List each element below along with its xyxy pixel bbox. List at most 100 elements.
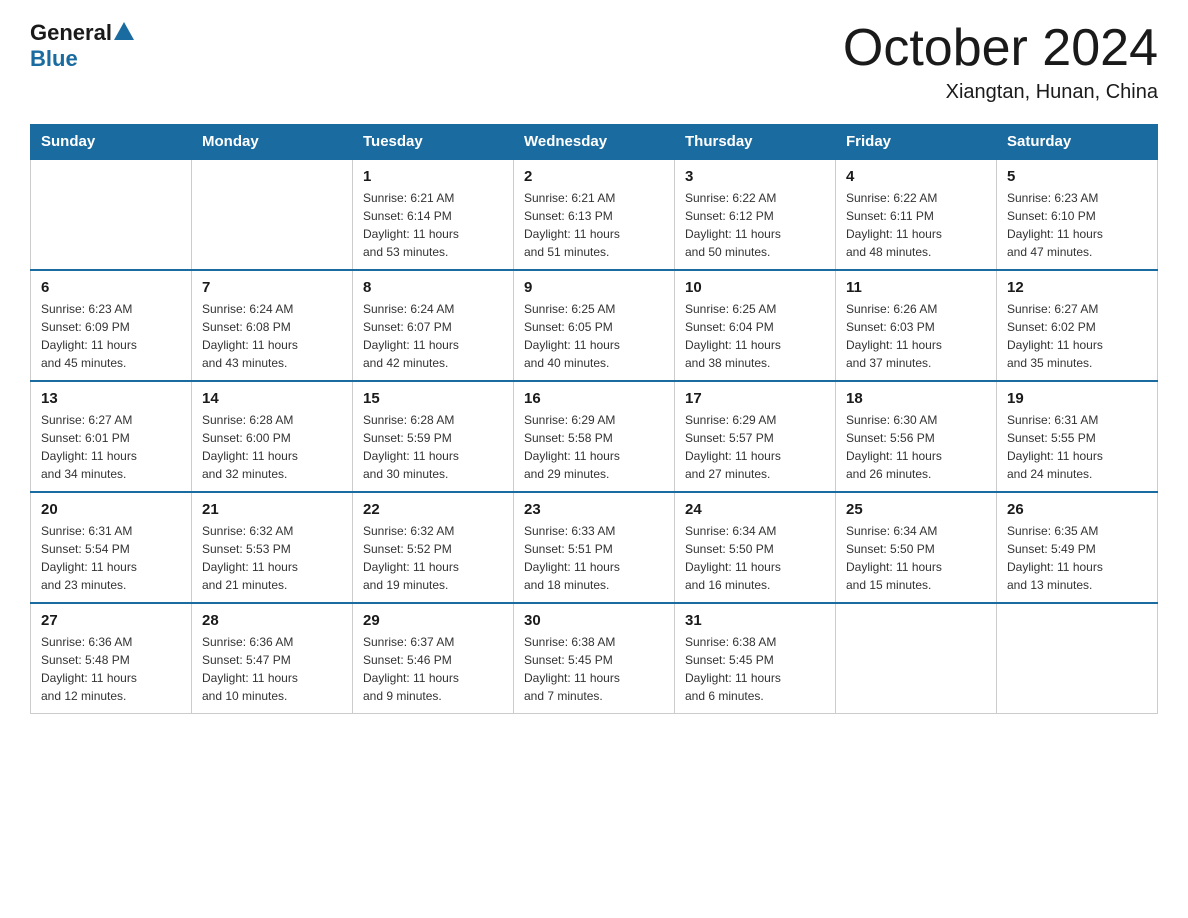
day-number: 28 (202, 612, 342, 629)
calendar-cell: 2 Sunrise: 6:21 AM Sunset: 6:13 PM Daylig… (514, 159, 675, 270)
title-area: October 2024 Xiangtan, Hunan, China (843, 20, 1158, 104)
day-info: Sunrise: 6:23 AM Sunset: 6:09 PM Dayligh… (41, 300, 181, 372)
day-header-saturday: Saturday (997, 125, 1158, 160)
day-info: Sunrise: 6:35 AM Sunset: 5:49 PM Dayligh… (1007, 522, 1147, 594)
logo: General Blue (30, 20, 134, 72)
day-info: Sunrise: 6:25 AM Sunset: 6:05 PM Dayligh… (524, 300, 664, 372)
day-number: 1 (363, 168, 503, 185)
calendar-cell: 7Sunrise: 6:24 AM Sunset: 6:08 PM Daylig… (192, 270, 353, 381)
day-info: Sunrise: 6:24 AM Sunset: 6:08 PM Dayligh… (202, 300, 342, 372)
day-number: 4 (846, 168, 986, 185)
day-number: 12 (1007, 279, 1147, 296)
day-info: Sunrise: 6:36 AM Sunset: 5:47 PM Dayligh… (202, 633, 342, 705)
day-number: 19 (1007, 390, 1147, 407)
day-number: 22 (363, 501, 503, 518)
calendar-cell: 18 Sunrise: 6:30 AM Sunset: 5:56 PM Dayli… (836, 381, 997, 492)
day-number: 30 (524, 612, 664, 629)
calendar-week-row: 20Sunrise: 6:31 AM Sunset: 5:54 PM Dayli… (31, 492, 1158, 603)
day-number: 18 (846, 390, 986, 407)
calendar-cell (836, 603, 997, 714)
calendar-cell: 20Sunrise: 6:31 AM Sunset: 5:54 PM Dayli… (31, 492, 192, 603)
day-number: 9 (524, 279, 664, 296)
day-info: Sunrise: 6:30 AM Sunset: 5:56 PM Dayligh… (846, 411, 986, 483)
calendar-week-row: 6 Sunrise: 6:23 AM Sunset: 6:09 PM Daylig… (31, 270, 1158, 381)
calendar-week-row: 13 Sunrise: 6:27 AM Sunset: 6:01 PM Dayli… (31, 381, 1158, 492)
calendar-cell: 17 Sunrise: 6:29 AM Sunset: 5:57 PM Dayli… (675, 381, 836, 492)
day-info: Sunrise: 6:24 AM Sunset: 6:07 PM Dayligh… (363, 300, 503, 372)
day-info: Sunrise: 6:27 AM Sunset: 6:01 PM Dayligh… (41, 411, 181, 483)
calendar-cell: 12 Sunrise: 6:27 AM Sunset: 6:02 PM Dayli… (997, 270, 1158, 381)
calendar-cell: 28 Sunrise: 6:36 AM Sunset: 5:47 PM Dayli… (192, 603, 353, 714)
day-number: 23 (524, 501, 664, 518)
calendar-header-row: SundayMondayTuesdayWednesdayThursdayFrid… (31, 125, 1158, 160)
calendar-cell: 25 Sunrise: 6:34 AM Sunset: 5:50 PM Dayli… (836, 492, 997, 603)
calendar-cell: 6 Sunrise: 6:23 AM Sunset: 6:09 PM Daylig… (31, 270, 192, 381)
day-header-sunday: Sunday (31, 125, 192, 160)
day-info: Sunrise: 6:38 AM Sunset: 5:45 PM Dayligh… (685, 633, 825, 705)
day-info: Sunrise: 6:29 AM Sunset: 5:57 PM Dayligh… (685, 411, 825, 483)
day-number: 6 (41, 279, 181, 296)
day-number: 29 (363, 612, 503, 629)
calendar-cell: 23 Sunrise: 6:33 AM Sunset: 5:51 PM Dayli… (514, 492, 675, 603)
day-info: Sunrise: 6:36 AM Sunset: 5:48 PM Dayligh… (41, 633, 181, 705)
day-info: Sunrise: 6:28 AM Sunset: 6:00 PM Dayligh… (202, 411, 342, 483)
logo-general-text: General (30, 20, 112, 46)
day-header-monday: Monday (192, 125, 353, 160)
day-info: Sunrise: 6:32 AM Sunset: 5:52 PM Dayligh… (363, 522, 503, 594)
day-info: Sunrise: 6:21 AM Sunset: 6:13 PM Dayligh… (524, 189, 664, 261)
day-number: 25 (846, 501, 986, 518)
calendar-cell: 19Sunrise: 6:31 AM Sunset: 5:55 PM Dayli… (997, 381, 1158, 492)
logo-triangle-icon (114, 22, 134, 40)
day-info: Sunrise: 6:34 AM Sunset: 5:50 PM Dayligh… (685, 522, 825, 594)
day-info: Sunrise: 6:25 AM Sunset: 6:04 PM Dayligh… (685, 300, 825, 372)
day-info: Sunrise: 6:23 AM Sunset: 6:10 PM Dayligh… (1007, 189, 1147, 261)
day-number: 27 (41, 612, 181, 629)
logo-blue-text: Blue (30, 46, 78, 72)
day-number: 24 (685, 501, 825, 518)
day-header-friday: Friday (836, 125, 997, 160)
day-header-thursday: Thursday (675, 125, 836, 160)
day-number: 11 (846, 279, 986, 296)
calendar-cell (192, 159, 353, 270)
calendar-cell: 5Sunrise: 6:23 AM Sunset: 6:10 PM Daylig… (997, 159, 1158, 270)
day-number: 16 (524, 390, 664, 407)
calendar-cell: 10 Sunrise: 6:25 AM Sunset: 6:04 PM Dayli… (675, 270, 836, 381)
day-number: 14 (202, 390, 342, 407)
day-number: 21 (202, 501, 342, 518)
calendar-cell (997, 603, 1158, 714)
day-number: 10 (685, 279, 825, 296)
location-title: Xiangtan, Hunan, China (843, 81, 1158, 104)
day-info: Sunrise: 6:34 AM Sunset: 5:50 PM Dayligh… (846, 522, 986, 594)
day-info: Sunrise: 6:37 AM Sunset: 5:46 PM Dayligh… (363, 633, 503, 705)
day-info: Sunrise: 6:33 AM Sunset: 5:51 PM Dayligh… (524, 522, 664, 594)
day-number: 3 (685, 168, 825, 185)
day-info: Sunrise: 6:31 AM Sunset: 5:54 PM Dayligh… (41, 522, 181, 594)
calendar-cell: 21Sunrise: 6:32 AM Sunset: 5:53 PM Dayli… (192, 492, 353, 603)
calendar-cell: 16 Sunrise: 6:29 AM Sunset: 5:58 PM Dayli… (514, 381, 675, 492)
day-info: Sunrise: 6:28 AM Sunset: 5:59 PM Dayligh… (363, 411, 503, 483)
day-number: 31 (685, 612, 825, 629)
day-header-wednesday: Wednesday (514, 125, 675, 160)
day-number: 15 (363, 390, 503, 407)
day-number: 17 (685, 390, 825, 407)
day-info: Sunrise: 6:38 AM Sunset: 5:45 PM Dayligh… (524, 633, 664, 705)
calendar-cell: 8Sunrise: 6:24 AM Sunset: 6:07 PM Daylig… (353, 270, 514, 381)
day-number: 2 (524, 168, 664, 185)
calendar-cell: 31 Sunrise: 6:38 AM Sunset: 5:45 PM Dayli… (675, 603, 836, 714)
day-info: Sunrise: 6:29 AM Sunset: 5:58 PM Dayligh… (524, 411, 664, 483)
day-info: Sunrise: 6:27 AM Sunset: 6:02 PM Dayligh… (1007, 300, 1147, 372)
month-title: October 2024 (843, 20, 1158, 77)
day-info: Sunrise: 6:21 AM Sunset: 6:14 PM Dayligh… (363, 189, 503, 261)
page-header: General Blue October 2024 Xiangtan, Huna… (30, 20, 1158, 104)
calendar-week-row: 27 Sunrise: 6:36 AM Sunset: 5:48 PM Dayli… (31, 603, 1158, 714)
day-number: 26 (1007, 501, 1147, 518)
calendar-cell: 24 Sunrise: 6:34 AM Sunset: 5:50 PM Dayli… (675, 492, 836, 603)
calendar-cell: 13 Sunrise: 6:27 AM Sunset: 6:01 PM Dayli… (31, 381, 192, 492)
calendar-table: SundayMondayTuesdayWednesdayThursdayFrid… (30, 124, 1158, 714)
calendar-cell: 30 Sunrise: 6:38 AM Sunset: 5:45 PM Dayli… (514, 603, 675, 714)
calendar-cell: 1 Sunrise: 6:21 AM Sunset: 6:14 PM Daylig… (353, 159, 514, 270)
calendar-cell: 27 Sunrise: 6:36 AM Sunset: 5:48 PM Dayli… (31, 603, 192, 714)
calendar-cell (31, 159, 192, 270)
day-number: 13 (41, 390, 181, 407)
calendar-cell: 9 Sunrise: 6:25 AM Sunset: 6:05 PM Daylig… (514, 270, 675, 381)
